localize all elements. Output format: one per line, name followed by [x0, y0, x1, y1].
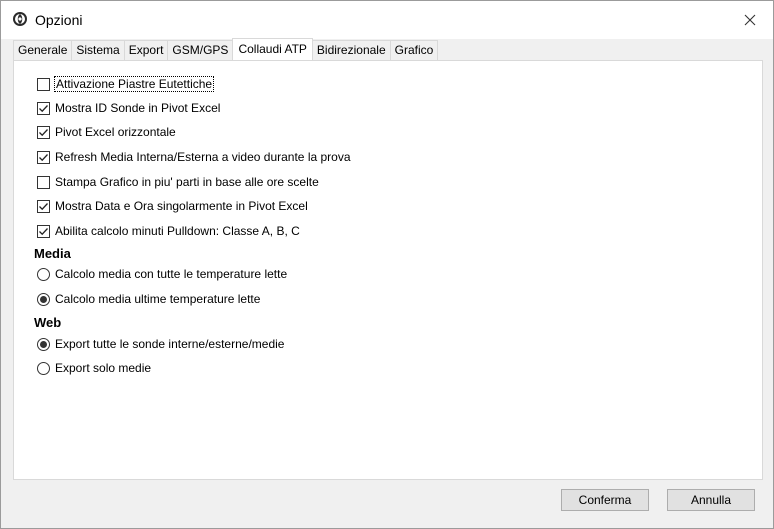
tab-sistema[interactable]: Sistema — [71, 40, 125, 60]
checkbox-piastre-eutettiche[interactable] — [37, 77, 50, 91]
checkbox-row-refresh-media[interactable]: Refresh Media Interna/Esterna a video du… — [37, 149, 351, 165]
radio-label: Export tutte le sonde interne/esterne/me… — [55, 337, 285, 351]
radio-label: Calcolo media ultime temperature lette — [55, 292, 261, 306]
section-heading-web: Web — [34, 315, 62, 330]
checkbox-data-ora[interactable] — [37, 199, 50, 213]
checkbox-row-id-sonde[interactable]: Mostra ID Sonde in Pivot Excel — [37, 100, 220, 116]
cancel-button[interactable]: Annulla — [667, 489, 755, 511]
checkbox-row-stampa-grafico[interactable]: Stampa Grafico in piu' parti in base all… — [37, 174, 319, 190]
radio-label: Export solo medie — [55, 361, 152, 375]
close-icon — [744, 14, 756, 26]
checkbox-label: Stampa Grafico in piu' parti in base all… — [55, 175, 319, 189]
radio-media-tutte[interactable] — [37, 267, 50, 281]
tab-bidirezionale[interactable]: Bidirezionale — [311, 40, 391, 60]
radio-export-medie[interactable] — [37, 361, 50, 375]
title-bar: Opzioni — [1, 1, 773, 39]
checkbox-row-pulldown[interactable]: Abilita calcolo minuti Pulldown: Classe … — [37, 223, 300, 239]
app-logo-icon — [13, 12, 27, 26]
checkbox-label: Refresh Media Interna/Esterna a video du… — [55, 150, 351, 164]
tab-strip: Generale Sistema Export GSM/GPS Collaudi… — [13, 38, 439, 60]
checkmark-icon — [39, 128, 48, 136]
checkbox-pivot-orizzontale[interactable] — [37, 125, 50, 139]
checkbox-row-data-ora[interactable]: Mostra Data e Ora singolarmente in Pivot… — [37, 198, 308, 214]
radio-row-media-ultime[interactable]: Calcolo media ultime temperature lette — [37, 291, 260, 307]
tab-gsm-gps[interactable]: GSM/GPS — [167, 40, 234, 60]
checkmark-icon — [39, 202, 48, 210]
checkbox-row-pivot-orizzontale[interactable]: Pivot Excel orizzontale — [37, 124, 176, 140]
checkbox-label: Mostra Data e Ora singolarmente in Pivot… — [55, 199, 308, 213]
checkbox-label: Pivot Excel orizzontale — [55, 125, 176, 139]
checkbox-label: Mostra ID Sonde in Pivot Excel — [55, 101, 221, 115]
close-button[interactable] — [727, 1, 773, 39]
tab-export[interactable]: Export — [123, 40, 169, 60]
checkbox-row-piastre-eutettiche[interactable]: Attivazione Piastre Eutettiche — [37, 76, 215, 92]
checkbox-refresh-media[interactable] — [37, 150, 50, 164]
radio-selected-dot — [40, 295, 47, 303]
radio-media-ultime[interactable] — [37, 292, 50, 306]
tab-panel-collaudi-atp: Attivazione Piastre Eutettiche Mostra ID… — [13, 60, 763, 480]
checkbox-pulldown[interactable] — [37, 224, 50, 238]
window-title: Opzioni — [35, 12, 83, 28]
checkmark-icon — [39, 153, 48, 161]
tab-generale[interactable]: Generale — [13, 40, 73, 60]
confirm-button[interactable]: Conferma — [561, 489, 649, 511]
radio-selected-dot — [40, 340, 47, 348]
checkbox-label: Abilita calcolo minuti Pulldown: Classe … — [55, 224, 300, 238]
radio-export-tutte[interactable] — [37, 337, 50, 351]
checkbox-label: Attivazione Piastre Eutettiche — [53, 76, 215, 92]
section-heading-media: Media — [34, 246, 71, 261]
checkmark-icon — [39, 227, 48, 235]
radio-row-export-medie[interactable]: Export solo medie — [37, 360, 151, 376]
options-dialog: Opzioni Generale Sistema Export GSM/GPS … — [0, 0, 774, 529]
radio-row-export-tutte[interactable]: Export tutte le sonde interne/esterne/me… — [37, 336, 284, 352]
checkbox-stampa-grafico[interactable] — [37, 175, 50, 189]
checkbox-id-sonde[interactable] — [37, 101, 50, 115]
checkmark-icon — [39, 104, 48, 112]
tab-grafico[interactable]: Grafico — [389, 40, 439, 60]
radio-label: Calcolo media con tutte le temperature l… — [55, 267, 288, 281]
radio-row-media-tutte[interactable]: Calcolo media con tutte le temperature l… — [37, 266, 287, 282]
tab-collaudi-atp[interactable]: Collaudi ATP — [232, 38, 313, 60]
